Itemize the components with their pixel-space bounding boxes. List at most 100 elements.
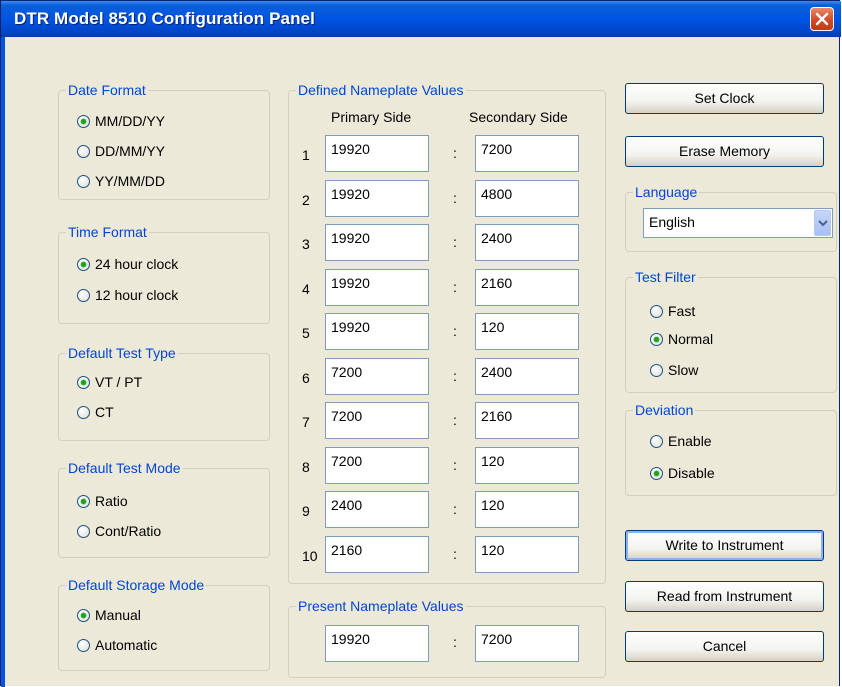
row-number: 7 [302,414,310,430]
radio-button [77,144,90,158]
row-number: 9 [302,503,310,519]
date-format-group: Date Format MM/DD/YY DD/MM/YY YY/MM/DD [58,81,270,200]
secondary-side-field[interactable]: 2160 [475,269,579,306]
storage-mode-group: Default Storage Mode Manual Automatic [58,576,270,671]
test-type-label: Default Test Type [66,344,178,362]
test-type-ct-radio[interactable]: CT [77,403,114,421]
configuration-window: DTR Model 8510 Configuration Panel Date … [0,0,841,687]
test-type-group: Default Test Type VT / PT CT [58,344,270,441]
primary-side-field[interactable]: 2400 [325,491,429,528]
row-number: 10 [302,548,318,564]
primary-side-field[interactable]: 19920 [325,135,429,172]
date-format-mmddyy-radio[interactable]: MM/DD/YY [77,112,165,130]
primary-side-field[interactable]: 7200 [325,447,429,484]
language-label: Language [633,183,700,201]
secondary-side-field[interactable]: 2400 [475,224,579,261]
primary-side-field[interactable]: 7200 [325,402,429,439]
row-number: 5 [302,325,310,341]
radio-button [77,405,90,419]
radio-button [77,288,90,302]
deviation-label: Deviation [633,401,696,419]
ratio-separator: : [453,501,457,517]
radio-button [650,363,663,377]
deviation-disable-radio[interactable]: Disable [650,464,715,482]
row-number: 4 [302,281,310,297]
secondary-side-field[interactable]: 7200 [475,135,579,172]
erase-memory-button[interactable]: Erase Memory [625,136,824,167]
time-format-group: Time Format 24 hour clock 12 hour clock [58,223,270,324]
test-filter-group: Test Filter Fast Normal Slow [625,268,837,393]
radio-button [77,524,90,538]
time-format-label: Time Format [66,223,149,241]
cancel-button[interactable]: Cancel [625,631,824,662]
test-filter-normal-radio[interactable]: Normal [650,330,713,348]
ratio-separator: : [453,368,457,384]
radio-button [77,608,90,622]
primary-side-field[interactable]: 19920 [325,224,429,261]
test-filter-slow-radio[interactable]: Slow [650,361,698,379]
radio-button [650,434,663,448]
present-primary-field[interactable]: 19920 [325,625,429,662]
date-format-yymmdd-radio[interactable]: YY/MM/DD [77,172,165,190]
test-filter-label: Test Filter [633,268,698,286]
radio-button [77,375,90,389]
primary-side-field[interactable]: 7200 [325,358,429,395]
radio-button [77,494,90,508]
radio-button [77,114,90,128]
secondary-side-header: Secondary Side [469,109,568,125]
primary-side-field[interactable]: 19920 [325,313,429,350]
time-format-12h-radio[interactable]: 12 hour clock [77,286,178,304]
dropdown-button[interactable] [814,210,831,236]
date-format-ddmmyy-radio[interactable]: DD/MM/YY [77,142,165,160]
client-area: Date Format MM/DD/YY DD/MM/YY YY/MM/DD T… [1,1,841,687]
time-format-24h-radio[interactable]: 24 hour clock [77,255,178,273]
write-to-instrument-button[interactable]: Write to Instrument [625,530,824,561]
present-secondary-field[interactable]: 7200 [475,625,579,662]
row-number: 6 [302,370,310,386]
radio-button [77,638,90,652]
secondary-side-field[interactable]: 120 [475,447,579,484]
present-separator: : [453,634,457,650]
radio-button [77,257,90,271]
row-number: 3 [302,236,310,252]
date-format-label: Date Format [66,81,148,99]
deviation-enable-radio[interactable]: Enable [650,432,712,450]
test-mode-group: Default Test Mode Ratio Cont/Ratio [58,459,270,558]
ratio-separator: : [453,190,457,206]
radio-button [650,466,663,480]
primary-side-field[interactable]: 19920 [325,269,429,306]
primary-side-field[interactable]: 2160 [325,536,429,573]
primary-side-field[interactable]: 19920 [325,180,429,217]
test-filter-fast-radio[interactable]: Fast [650,302,695,320]
language-value: English [649,214,695,230]
test-mode-ratio-radio[interactable]: Ratio [77,492,128,510]
chevron-down-icon [818,220,828,227]
secondary-side-field[interactable]: 120 [475,536,579,573]
read-from-instrument-button[interactable]: Read from Instrument [625,581,824,612]
radio-button [650,304,663,318]
storage-mode-manual-radio[interactable]: Manual [77,606,141,624]
row-number: 8 [302,459,310,475]
test-mode-contratio-radio[interactable]: Cont/Ratio [77,522,161,540]
secondary-side-field[interactable]: 2400 [475,358,579,395]
ratio-separator: : [453,279,457,295]
radio-button [650,332,663,346]
radio-button [77,174,90,188]
secondary-side-field[interactable]: 120 [475,313,579,350]
test-mode-label: Default Test Mode [66,459,183,477]
ratio-separator: : [453,323,457,339]
ratio-separator: : [453,412,457,428]
storage-mode-automatic-radio[interactable]: Automatic [77,636,157,654]
ratio-separator: : [453,145,457,161]
ratio-separator: : [453,234,457,250]
deviation-group: Deviation Enable Disable [625,401,837,496]
test-type-vtpt-radio[interactable]: VT / PT [77,373,142,391]
language-select[interactable]: English [643,208,833,238]
secondary-side-field[interactable]: 4800 [475,180,579,217]
set-clock-button[interactable]: Set Clock [625,83,824,114]
defined-nameplate-label: Defined Nameplate Values [296,81,466,99]
secondary-side-field[interactable]: 2160 [475,402,579,439]
row-number: 1 [302,147,310,163]
secondary-side-field[interactable]: 120 [475,491,579,528]
storage-mode-label: Default Storage Mode [66,576,207,594]
